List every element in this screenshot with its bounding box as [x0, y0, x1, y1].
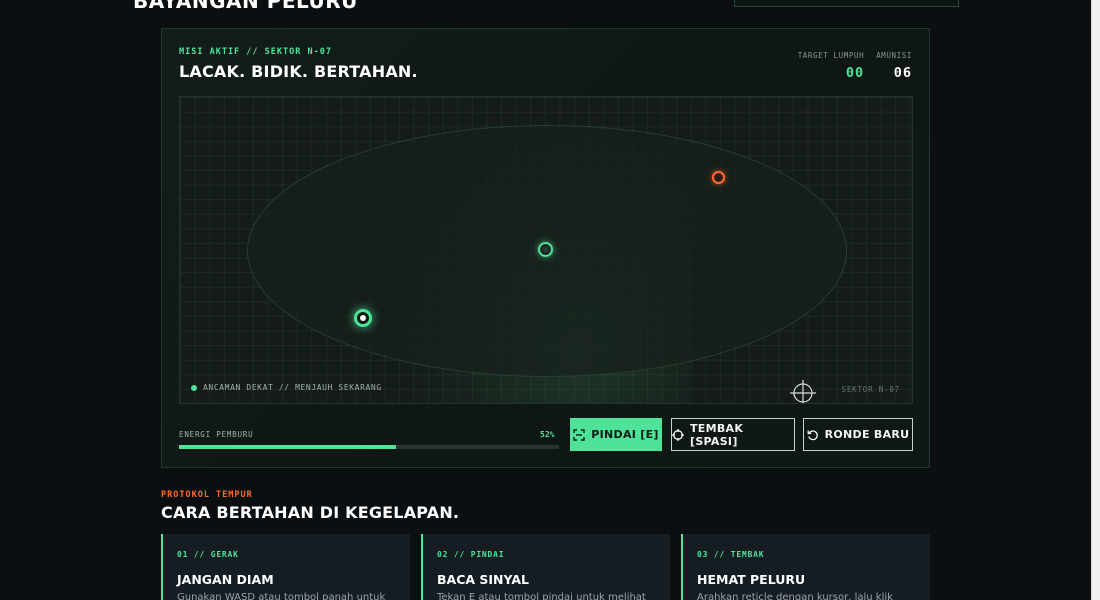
protocol-kicker: PROTOKOL TEMPUR [161, 490, 253, 500]
mission-kicker: MISI AKTIF // SEKTOR N-07 [179, 47, 332, 57]
card-title: BACA SINYAL [437, 572, 530, 587]
new-round-button-label: RONDE BARU [824, 428, 910, 441]
protocol-card-fire: 03 // TEMBAK HEMAT PELURU Arahkan reticl… [681, 534, 930, 600]
card-body: Gunakan WASD atau tombol panah untuk [177, 592, 386, 600]
restart-icon [807, 429, 818, 440]
card-body: Tekan E atau tombol pindai untuk melihat [437, 592, 646, 600]
stat-targets-label: TARGET LUMPUH [797, 51, 865, 60]
radar-arena[interactable]: ANCAMAN DEKAT // MENJAUH SEKARANG SEKTOR… [179, 96, 913, 404]
protocol-card-move: 01 // GERAK JANGAN DIAM Gunakan WASD ata… [161, 534, 410, 600]
protocol-card-scan: 02 // PINDAI BACA SINYAL Tekan E atau to… [421, 534, 670, 600]
site-title: BAYANGAN PELURU [133, 0, 358, 13]
stat-ammo-label: AMUNISI [876, 51, 912, 60]
fire-button[interactable]: TEMBAK [SPASI] [671, 418, 795, 451]
signal-marker[interactable] [538, 242, 553, 257]
crosshair-icon[interactable] [790, 380, 816, 404]
energy-bar [179, 445, 559, 449]
card-title: HEMAT PELURU [697, 572, 806, 587]
scan-button-label: PINDAI [E] [591, 428, 659, 441]
mission-headline: LACAK. BIDIK. BERTAHAN. [179, 62, 418, 81]
mission-panel: MISI AKTIF // SEKTOR N-07 LACAK. BIDIK. … [161, 28, 930, 468]
mission-stats: TARGET LUMPUH 00 AMUNISI 06 [798, 51, 912, 81]
stat-targets: TARGET LUMPUH 00 [798, 51, 865, 81]
stat-targets-value: 00 [845, 65, 865, 81]
status-dot-icon [191, 384, 197, 391]
arena-status-text: ANCAMAN DEKAT // MENJAUH SEKARANG [203, 383, 382, 392]
protocol-title: CARA BERTAHAN DI KEGELAPAN. [161, 503, 460, 522]
new-round-button[interactable]: RONDE BARU [803, 418, 913, 451]
enemy-target[interactable] [712, 171, 725, 184]
card-tag: 01 // GERAK [177, 550, 239, 559]
player-marker[interactable] [354, 309, 372, 327]
card-title: JANGAN DIAM [177, 572, 274, 587]
scan-button[interactable]: PINDAI [E] [570, 418, 662, 451]
sector-tag: SEKTOR N-07 [841, 385, 900, 394]
energy-bar-fill [179, 445, 396, 449]
arena-status: ANCAMAN DEKAT // MENJAUH SEKARANG [191, 383, 382, 392]
energy-label: ENERGI PEMBURU [179, 430, 254, 439]
page-scrollbar[interactable] [1091, 0, 1100, 600]
card-body: Arahkan reticle dengan kursor, lalu klik [697, 592, 893, 600]
target-icon [672, 428, 684, 441]
energy-percent: 52% [540, 430, 555, 439]
stat-ammo-value: 06 [893, 65, 912, 81]
stat-ammo: AMUNISI 06 [876, 51, 912, 81]
header-nav-box[interactable] [734, 0, 959, 7]
scan-icon [573, 428, 585, 441]
card-tag: 02 // PINDAI [437, 550, 505, 559]
card-tag: 03 // TEMBAK [697, 550, 765, 559]
fire-button-label: TEMBAK [SPASI] [690, 421, 744, 448]
